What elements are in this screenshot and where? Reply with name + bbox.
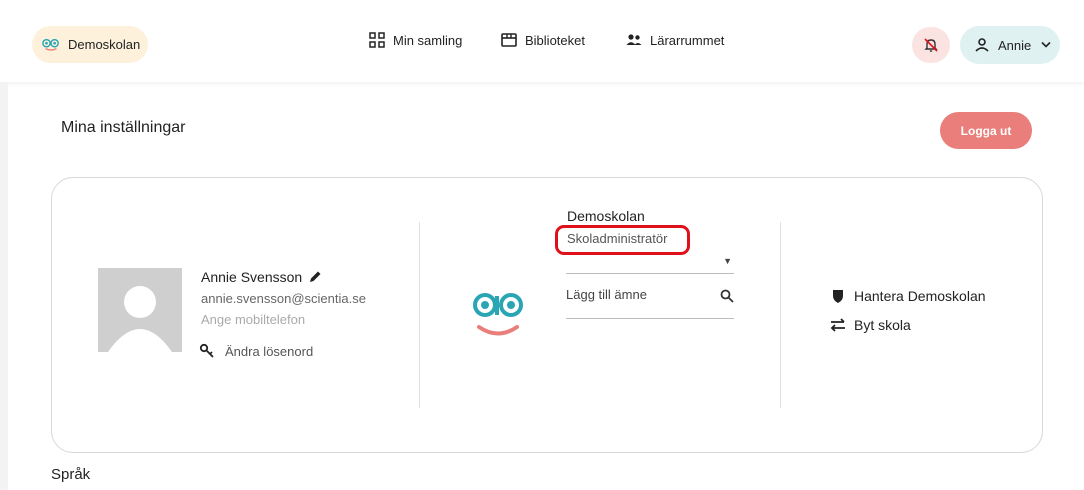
top-navigation: Demoskolan Min samling Biblioteket Lärar… (0, 0, 1084, 82)
nav-lararrummet[interactable]: Lärarrummet (626, 32, 724, 48)
profile-name-row: Annie Svensson (201, 269, 322, 285)
switch-school-link[interactable]: Byt skola (830, 317, 911, 333)
language-heading: Språk (51, 466, 91, 483)
card-divider (780, 222, 781, 408)
subject-search-placeholder: Lägg till ämne (566, 287, 647, 302)
switch-school-label: Byt skola (854, 317, 911, 333)
role-highlight-annotation (555, 225, 690, 255)
change-password-link[interactable]: Ändra lösenord (199, 343, 313, 359)
manage-school-label: Hantera Demoskolan (854, 288, 986, 304)
manage-school-link[interactable]: Hantera Demoskolan (830, 288, 986, 304)
chevron-down-icon (1041, 41, 1051, 48)
edit-pencil-icon[interactable] (308, 270, 322, 284)
add-phone-link[interactable]: Ange mobiltelefon (201, 312, 305, 327)
people-icon (626, 34, 642, 45)
user-icon (975, 38, 989, 52)
search-icon[interactable] (720, 289, 734, 303)
bell-off-icon (924, 38, 938, 52)
page-title: Mina inställningar (61, 119, 186, 136)
nav-label: Min samling (393, 32, 463, 48)
nav-label: Biblioteket (525, 32, 585, 48)
shield-icon (833, 290, 843, 303)
nav-label: Lärarrummet (650, 32, 725, 48)
school-pill-label: Demoskolan (68, 37, 141, 52)
library-icon (501, 33, 517, 47)
logout-button[interactable]: Logga ut (940, 112, 1032, 149)
nav-biblioteket[interactable]: Biblioteket (501, 32, 585, 48)
user-menu-button[interactable]: Annie (960, 26, 1060, 64)
subject-search-input[interactable]: Lägg till ämne (566, 287, 734, 319)
key-icon (199, 343, 214, 358)
settings-card (51, 177, 1043, 453)
profile-name: Annie Svensson (201, 269, 303, 285)
school-switcher-pill[interactable]: Demoskolan (32, 26, 148, 63)
user-name: Annie (998, 37, 1032, 53)
avatar[interactable] (98, 268, 182, 352)
school-logo-icon (42, 38, 59, 51)
nav-min-samling[interactable]: Min samling (369, 32, 462, 48)
school-name: Demoskolan (567, 208, 645, 224)
change-password-label: Ändra lösenord (225, 343, 314, 359)
grid-icon (369, 32, 385, 48)
sidebar-strip (0, 82, 8, 490)
notifications-button[interactable] (912, 27, 950, 63)
card-divider (419, 222, 420, 408)
role-select[interactable]: ▼ (566, 256, 734, 274)
dropdown-arrow-icon: ▼ (723, 256, 732, 266)
profile-email: annie.svensson@scientia.se (201, 291, 366, 306)
school-logo-icon (473, 293, 523, 336)
swap-arrows-icon (830, 318, 845, 332)
avatar-placeholder-icon (108, 286, 172, 352)
